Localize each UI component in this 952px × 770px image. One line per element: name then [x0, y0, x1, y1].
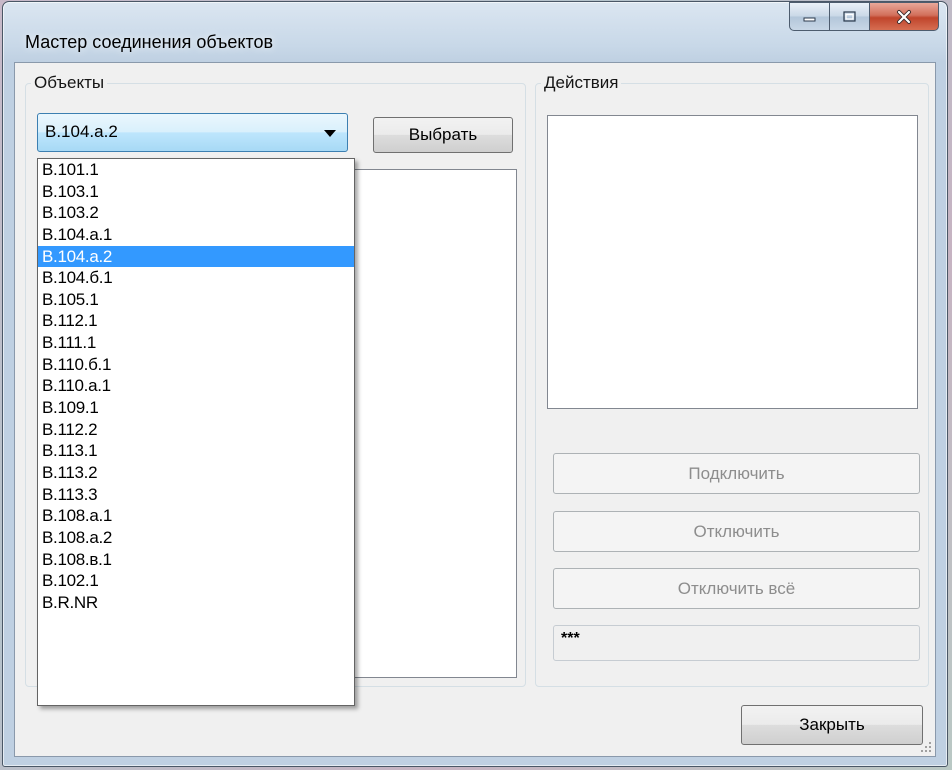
dropdown-item[interactable]: B.108.a.2: [38, 527, 354, 549]
object-dropdown-list[interactable]: B.101.1 B.103.1 B.103.2 B.104.a.1 B.104.a.2 B…: [37, 158, 355, 706]
close-button[interactable]: Закрыть: [741, 705, 923, 745]
dropdown-item[interactable]: B.113.3: [38, 484, 354, 506]
maximize-icon: [842, 10, 856, 22]
actions-group-title: Действия: [541, 73, 622, 93]
status-text: ***: [561, 630, 580, 647]
dialog-window: Мастер соединения объектов Объекты B.104…: [2, 1, 948, 767]
chevron-down-icon[interactable]: [324, 130, 336, 137]
dropdown-item[interactable]: B.113.2: [38, 462, 354, 484]
title-bar[interactable]: Мастер соединения объектов: [3, 2, 947, 62]
dropdown-item[interactable]: B.104.a.2: [38, 245, 354, 268]
caption-buttons: [789, 2, 939, 32]
dialog-client-area: Объекты B.104.a.2 Выбрать B.101.1 B.103.1…: [14, 62, 936, 757]
maximize-button[interactable]: [829, 2, 869, 31]
window-title: Мастер соединения объектов: [25, 32, 274, 52]
dropdown-item[interactable]: B.110.a.1: [38, 375, 354, 397]
close-button-label: Закрыть: [799, 715, 865, 734]
close-window-button[interactable]: [869, 2, 939, 31]
resize-grip-icon[interactable]: [920, 741, 932, 753]
select-button[interactable]: Выбрать: [373, 117, 513, 153]
minimize-icon: [803, 17, 815, 21]
actions-listbox[interactable]: [547, 115, 918, 409]
dropdown-item[interactable]: B.103.1: [38, 181, 354, 203]
minimize-button[interactable]: [789, 2, 829, 31]
dropdown-item[interactable]: B.112.1: [38, 310, 354, 332]
dropdown-item[interactable]: B.R.NR: [38, 592, 354, 614]
disconnect-all-button[interactable]: Отключить всё: [553, 568, 920, 609]
dropdown-item[interactable]: B.112.2: [38, 419, 354, 441]
dropdown-item[interactable]: B.108.в.1: [38, 549, 354, 571]
combo-selected-value: B.104.a.2: [45, 122, 118, 141]
connect-button[interactable]: Подключить: [553, 453, 920, 494]
dropdown-item[interactable]: B.105.1: [38, 289, 354, 311]
objects-listbox[interactable]: [345, 169, 517, 678]
dropdown-item[interactable]: B.102.1: [38, 570, 354, 592]
disconnect-button-label: Отключить: [693, 522, 780, 541]
dropdown-item[interactable]: B.108.a.1: [38, 505, 354, 527]
select-button-label: Выбрать: [408, 125, 478, 144]
connect-button-label: Подключить: [688, 464, 785, 483]
objects-group-title: Объекты: [31, 73, 108, 93]
status-field: ***: [553, 625, 920, 661]
dropdown-item[interactable]: B.104.б.1: [38, 267, 354, 289]
disconnect-button[interactable]: Отключить: [553, 511, 920, 552]
disconnect-all-button-label: Отключить всё: [677, 579, 796, 598]
object-combobox[interactable]: B.104.a.2: [37, 113, 348, 152]
dropdown-item[interactable]: B.104.a.1: [38, 224, 354, 246]
dropdown-item[interactable]: B.110.б.1: [38, 354, 354, 376]
dropdown-item[interactable]: B.109.1: [38, 397, 354, 419]
dropdown-item[interactable]: B.103.2: [38, 202, 354, 224]
dropdown-item[interactable]: B.113.1: [38, 440, 354, 462]
dropdown-item[interactable]: B.101.1: [38, 159, 354, 181]
close-icon: [897, 9, 911, 24]
dropdown-item[interactable]: B.111.1: [38, 332, 354, 354]
